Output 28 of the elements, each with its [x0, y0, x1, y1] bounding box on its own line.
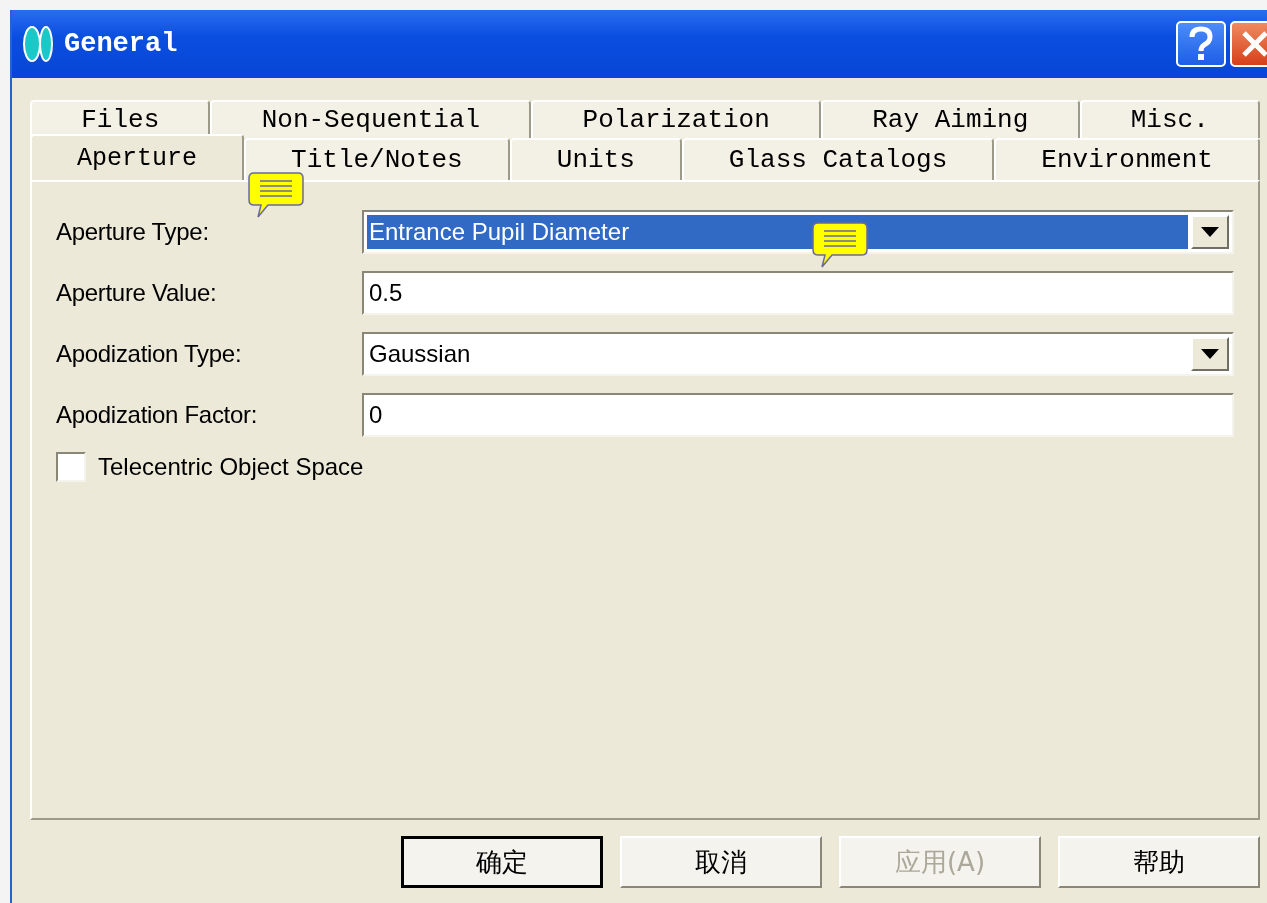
- checkbox-label: Telecentric Object Space: [98, 453, 364, 481]
- field-label: Aperture Value:: [56, 279, 218, 307]
- tab[interactable]: Ray Aiming: [821, 100, 1080, 138]
- comment-balloon-icon: [812, 222, 868, 268]
- input-field[interactable]: 0: [362, 393, 1234, 437]
- help-button[interactable]: [1176, 21, 1226, 67]
- tab[interactable]: Environment: [994, 138, 1260, 180]
- tab[interactable]: Misc.: [1079, 100, 1260, 138]
- tab[interactable]: Title/Notes: [244, 138, 510, 180]
- tab[interactable]: Non-Sequential: [210, 100, 532, 138]
- dialog-button[interactable]: 确定: [401, 836, 603, 888]
- window-title: General: [64, 29, 178, 59]
- tab[interactable]: Units: [509, 138, 682, 180]
- field-label: Apodization Factor:: [56, 401, 259, 429]
- dropdown-field[interactable]: Entrance Pupil Diameter: [362, 210, 1234, 254]
- tab[interactable]: Polarization: [531, 100, 822, 138]
- checkbox[interactable]: [56, 452, 86, 482]
- field-label: Apodization Type:: [56, 340, 243, 368]
- tab[interactable]: Files: [30, 100, 211, 138]
- input-field[interactable]: 0.5: [362, 271, 1234, 315]
- field-label: Aperture Type:: [56, 218, 210, 246]
- dialog-button[interactable]: 取消: [620, 836, 822, 888]
- dropdown-field[interactable]: Gaussian: [362, 332, 1234, 376]
- tab[interactable]: Glass Catalogs: [681, 138, 995, 180]
- comment-balloon-icon: [248, 172, 304, 218]
- close-button[interactable]: [1230, 21, 1267, 67]
- tab[interactable]: Aperture: [30, 134, 245, 180]
- dialog-button[interactable]: 帮助: [1058, 836, 1260, 888]
